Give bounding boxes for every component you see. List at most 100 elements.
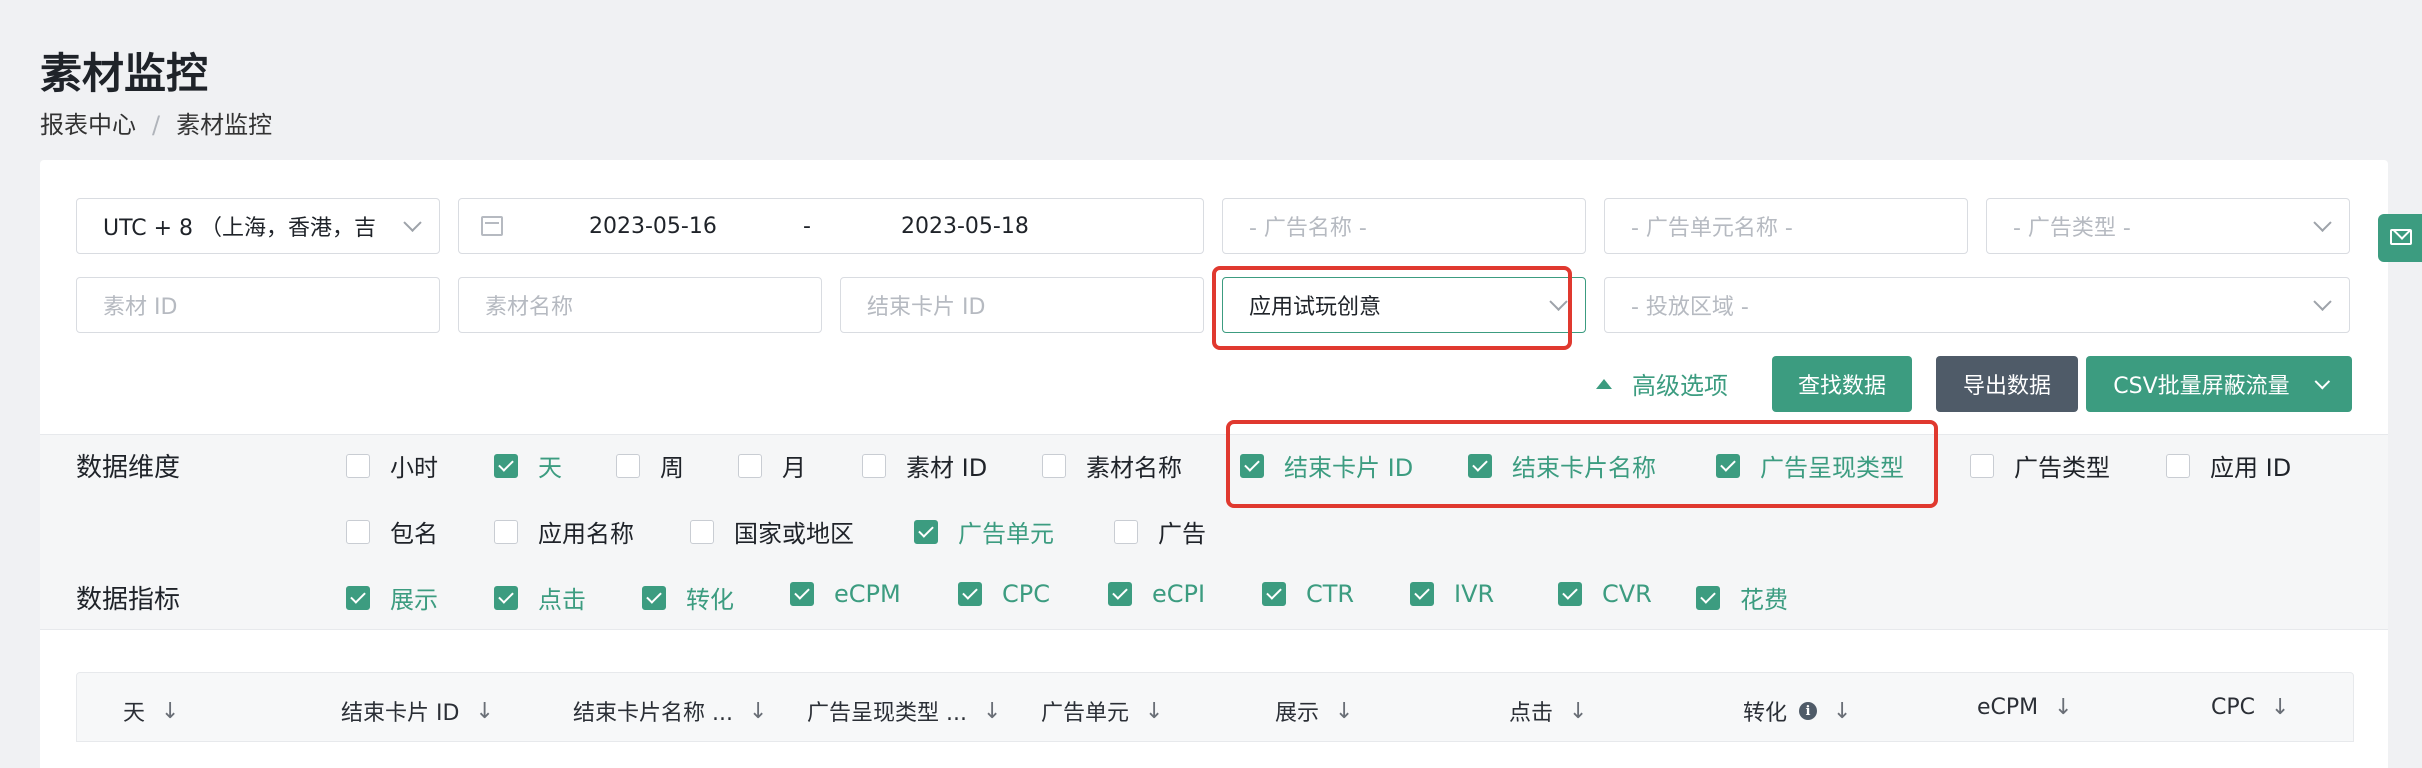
ad-unit-name-select[interactable]: - 广告单元名称 - (1604, 198, 1968, 254)
checkbox-checked-icon (958, 582, 982, 606)
sort-arrow-icon[interactable]: ↓ (1335, 699, 1353, 724)
metric-checkbox-9[interactable]: 花费 (1696, 580, 1788, 615)
checkbox-label: 展示 (390, 586, 438, 614)
column-header-1[interactable]: 结束卡片 ID ↓ (341, 695, 494, 727)
sort-arrow-icon[interactable]: ↓ (1569, 699, 1587, 724)
metric-checkbox-6[interactable]: CTR (1262, 580, 1354, 608)
breadcrumb-item-report-center[interactable]: 报表中心 (40, 111, 136, 139)
table-header: 天 ↓ 结束卡片 ID ↓ 结束卡片名称 ... ↓ 广告呈现类型 ... ↓ 广告单元 ↓ 展示 ↓… (76, 672, 2354, 742)
column-header-3[interactable]: 广告呈现类型 ... ↓ (807, 695, 1001, 727)
timezone-select[interactable]: UTC + 8 （上海，香港，吉 (76, 198, 440, 254)
chevron-down-icon (403, 213, 422, 232)
checkbox-label: 广告呈现类型 (1760, 454, 1904, 482)
advanced-options-label: 高级选项 (1632, 372, 1728, 400)
sort-arrow-icon[interactable]: ↓ (2054, 695, 2072, 720)
dimension-checkbox-9[interactable]: 广告类型 (1970, 448, 2110, 483)
column-header-label: eCPM (1977, 695, 2039, 720)
column-header-9[interactable]: CPC ↓ (2211, 695, 2289, 720)
column-header-label: 天 (123, 701, 146, 726)
metric-checkbox-2[interactable]: 转化 (642, 580, 734, 615)
dimensions-label: 数据维度 (76, 453, 181, 483)
checkbox-label: 广告单元 (958, 520, 1054, 548)
column-header-6[interactable]: 点击 ↓ (1509, 695, 1587, 727)
checkbox-checked-icon (1716, 453, 1740, 478)
checkbox-label: 素材 ID (906, 454, 988, 482)
dimension-checkbox-12[interactable]: 应用名称 (494, 514, 634, 549)
metric-checkbox-0[interactable]: 展示 (346, 580, 438, 615)
sort-arrow-icon[interactable]: ↓ (1833, 699, 1851, 724)
dimension-checkbox-14[interactable]: 广告单元 (914, 514, 1054, 549)
column-header-5[interactable]: 展示 ↓ (1275, 695, 1353, 727)
date-range-picker[interactable]: 2023-05-16 - 2023-05-18 (458, 198, 1204, 254)
feedback-tab[interactable] (2378, 214, 2422, 262)
metric-checkbox-8[interactable]: CVR (1558, 580, 1652, 608)
metric-checkbox-1[interactable]: 点击 (494, 580, 586, 615)
export-button[interactable]: 导出数据 (1936, 356, 2078, 412)
dimension-checkbox-11[interactable]: 包名 (346, 514, 438, 549)
timezone-value: UTC + 8 （上海，香港，吉 (103, 216, 377, 241)
column-header-2[interactable]: 结束卡片名称 ... ↓ (573, 695, 767, 727)
material-name-input[interactable]: 素材名称 (458, 277, 822, 333)
search-button[interactable]: 查找数据 (1772, 356, 1912, 412)
dimension-checkbox-8[interactable]: 广告呈现类型 (1716, 448, 1904, 483)
metric-checkbox-4[interactable]: CPC (958, 580, 1050, 608)
checkbox-label: 周 (660, 454, 684, 482)
column-header-label: 展示 (1275, 701, 1320, 726)
end-card-id-input[interactable]: 结束卡片 ID (840, 277, 1204, 333)
chevron-down-icon (2313, 213, 2332, 232)
metrics-label: 数据指标 (76, 585, 181, 615)
sort-arrow-icon[interactable]: ↓ (1145, 699, 1163, 724)
column-header-0[interactable]: 天 ↓ (123, 695, 179, 727)
checkbox-checked-icon (1262, 582, 1286, 606)
checkbox-empty-icon (346, 453, 370, 478)
checkbox-checked-icon (790, 582, 814, 606)
dimension-checkbox-13[interactable]: 国家或地区 (690, 514, 854, 549)
dimension-checkbox-1[interactable]: 天 (494, 448, 562, 483)
dimension-checkbox-15[interactable]: 广告 (1114, 514, 1206, 549)
checkbox-label: 小时 (390, 454, 438, 482)
sort-arrow-icon[interactable]: ↓ (749, 699, 767, 724)
checkbox-checked-icon (346, 585, 370, 610)
advanced-options-toggle[interactable]: 高级选项 (1596, 366, 1728, 401)
checkbox-checked-icon (494, 585, 518, 610)
dimension-checkbox-10[interactable]: 应用 ID (2166, 448, 2291, 483)
metric-checkbox-5[interactable]: eCPI (1108, 580, 1205, 608)
checkbox-checked-icon (1108, 582, 1132, 606)
dimension-checkbox-5[interactable]: 素材名称 (1042, 448, 1182, 483)
dimension-checkbox-6[interactable]: 结束卡片 ID (1240, 448, 1413, 483)
ad-name-select[interactable]: - 广告名称 - (1222, 198, 1586, 254)
checkbox-label: CTR (1306, 580, 1355, 608)
metric-checkbox-7[interactable]: IVR (1410, 580, 1494, 608)
dimension-checkbox-4[interactable]: 素材 ID (862, 448, 987, 483)
ad-type-select[interactable]: - 广告类型 - (1986, 198, 2350, 254)
checkbox-label: 天 (538, 454, 562, 482)
date-separator: - (803, 213, 811, 239)
date-end: 2023-05-18 (901, 213, 1029, 239)
checkbox-label: 广告类型 (2014, 454, 2110, 482)
sort-arrow-icon[interactable]: ↓ (2271, 695, 2289, 720)
checkbox-label: 月 (782, 454, 806, 482)
region-placeholder: - 投放区域 - (1631, 295, 1749, 320)
dimension-checkbox-2[interactable]: 周 (616, 448, 684, 483)
checkbox-label: CVR (1602, 580, 1652, 608)
dimension-checkbox-3[interactable]: 月 (738, 448, 806, 483)
sort-arrow-icon[interactable]: ↓ (983, 699, 1001, 724)
column-header-7[interactable]: 转化 i ↓ (1743, 695, 1851, 727)
checkbox-label: 花费 (1740, 586, 1788, 614)
metric-checkbox-3[interactable]: eCPM (790, 580, 901, 608)
column-header-label: 广告单元 (1041, 701, 1130, 726)
dimension-checkbox-7[interactable]: 结束卡片名称 (1468, 448, 1656, 483)
checkbox-empty-icon (2166, 453, 2190, 478)
region-select[interactable]: - 投放区域 - (1604, 277, 2350, 333)
info-icon[interactable]: i (1799, 702, 1818, 720)
checkbox-label: 应用名称 (538, 520, 634, 548)
sort-arrow-icon[interactable]: ↓ (161, 699, 179, 724)
checkbox-label: 转化 (686, 586, 734, 614)
column-header-8[interactable]: eCPM ↓ (1977, 695, 2073, 720)
column-header-4[interactable]: 广告单元 ↓ (1041, 695, 1163, 727)
sort-arrow-icon[interactable]: ↓ (475, 699, 493, 724)
checkbox-label: 应用 ID (2210, 454, 2292, 482)
csv-block-traffic-button[interactable]: CSV批量屏蔽流量 (2086, 356, 2352, 412)
dimension-checkbox-0[interactable]: 小时 (346, 448, 438, 483)
material-id-input[interactable]: 素材 ID (76, 277, 440, 333)
